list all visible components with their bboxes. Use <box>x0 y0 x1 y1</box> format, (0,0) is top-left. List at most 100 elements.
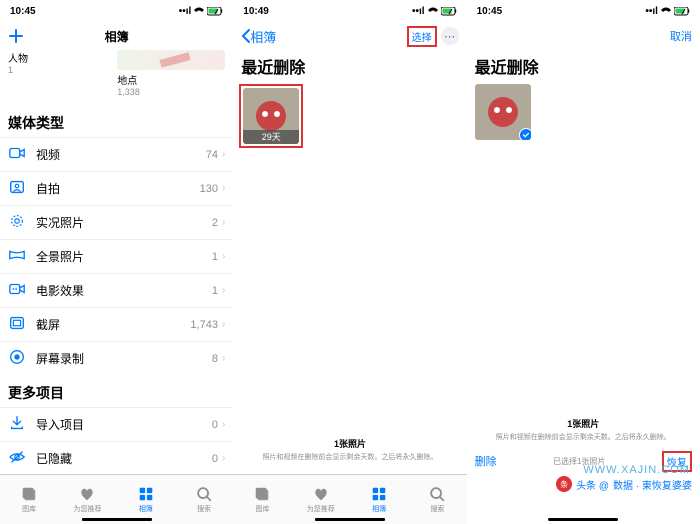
list-item-count: 8 <box>212 353 218 365</box>
chevron-right-icon: › <box>222 251 225 262</box>
status-bar: 10:49 ••ıl <box>233 0 466 22</box>
list-item-label: 电影效果 <box>36 282 212 299</box>
media-types-header: 媒体类型 <box>0 105 233 137</box>
list-item-record[interactable]: 屏幕录制 8 › <box>0 341 233 375</box>
days-remaining-badge: 29天 <box>243 130 299 144</box>
places-cell[interactable]: 地点 1,338 <box>117 50 225 97</box>
list-item-import[interactable]: 导入项目 0 › <box>0 407 233 441</box>
list-item-video[interactable]: 视频 74 › <box>0 137 233 171</box>
tab-bar: 图库 为您推荐 相簿 搜索 <box>233 474 466 524</box>
home-indicator <box>82 518 152 521</box>
delete-button[interactable]: 删除 <box>475 453 497 469</box>
screen-recently-deleted-selecting: 10:45 ••ıl 取消 最近删除 1张照片 照片和视频在删除前会显示剩余天数… <box>467 0 700 524</box>
places-map-thumb <box>117 50 225 70</box>
status-time: 10:45 <box>477 6 503 17</box>
list-item-count: 1 <box>212 251 218 263</box>
tab-foryou[interactable]: 为您推荐 <box>292 475 350 524</box>
list-item-pano[interactable]: 全景照片 1 › <box>0 239 233 273</box>
home-indicator <box>548 518 618 521</box>
list-item-label: 导入项目 <box>36 416 212 433</box>
nav-title: 相簿 <box>0 28 233 45</box>
chevron-left-icon <box>241 29 250 43</box>
cancel-button[interactable]: 取消 <box>670 28 692 44</box>
tab-foryou[interactable]: 为您推荐 <box>58 475 116 524</box>
deletion-note: 照片和视频在删除前会显示剩余天数。之后将永久删除。 <box>467 432 700 442</box>
add-button[interactable] <box>8 28 24 44</box>
chevron-right-icon: › <box>222 217 225 228</box>
selected-check-icon <box>519 128 531 140</box>
people-count: 1 <box>8 65 107 75</box>
people-label: 人物 <box>8 50 107 65</box>
photo-thumbnail[interactable]: 29天 <box>243 88 299 144</box>
tab-label: 为您推荐 <box>307 504 335 514</box>
chevron-right-icon: › <box>222 285 225 296</box>
list-item-label: 实况照片 <box>36 214 212 231</box>
watermark-author: 数据 · 東恢复婆婆 <box>613 477 692 492</box>
list-item-screenshot[interactable]: 截屏 1,743 › <box>0 307 233 341</box>
list-item-live[interactable]: 实况照片 2 › <box>0 205 233 239</box>
tab-library[interactable]: 图库 <box>0 475 58 524</box>
cinema-icon <box>8 280 26 301</box>
live-icon <box>8 212 26 233</box>
tab-search[interactable]: 搜索 <box>408 475 466 524</box>
people-cell[interactable]: 人物 1 <box>8 50 107 97</box>
list-item-selfie[interactable]: 自拍 130 › <box>0 171 233 205</box>
list-item-count: 0 <box>212 419 218 431</box>
chevron-right-icon: › <box>222 149 225 160</box>
chevron-right-icon: › <box>222 319 225 330</box>
tab-albums[interactable]: 相簿 <box>117 475 175 524</box>
home-indicator <box>315 518 385 521</box>
select-button[interactable]: 选择 <box>407 26 437 47</box>
list-item-count: 2 <box>212 217 218 229</box>
back-label: 相簿 <box>250 27 276 46</box>
nav-bar: 相簿 <box>0 22 233 50</box>
screenshot-icon <box>8 314 26 335</box>
selfie-icon <box>8 178 26 199</box>
tab-label: 图库 <box>22 504 36 514</box>
import-icon <box>8 414 26 435</box>
deletion-note: 照片和视频在删除前会显示剩余天数。之后将永久删除。 <box>233 452 466 462</box>
back-button[interactable]: 相簿 <box>241 27 276 46</box>
list-item-label: 自拍 <box>36 180 200 197</box>
watermark-author-prefix: 头条 @ <box>576 477 609 492</box>
tab-label: 搜索 <box>430 504 444 514</box>
nav-bar: 取消 <box>467 22 700 50</box>
status-time: 10:49 <box>243 6 269 17</box>
record-icon <box>8 348 26 369</box>
chevron-right-icon: › <box>222 419 225 430</box>
status-bar: 10:45 ••ıl <box>0 0 233 22</box>
tab-label: 搜索 <box>197 504 211 514</box>
list-item-count: 74 <box>206 149 218 161</box>
list-item-count: 0 <box>212 453 218 465</box>
screen-recently-deleted: 10:49 ••ıl 相簿 选择 ⋯ 最近删除 29天 <box>233 0 466 524</box>
places-count: 1,338 <box>117 87 225 97</box>
chevron-right-icon: › <box>222 353 225 364</box>
chevron-right-icon: › <box>222 453 225 464</box>
tab-albums[interactable]: 相簿 <box>350 475 408 524</box>
more-button[interactable]: ⋯ <box>441 27 459 45</box>
watermark: 条 头条 @ 数据 · 東恢复婆婆 <box>556 476 692 492</box>
list-item-label: 屏幕录制 <box>36 350 212 367</box>
overlay-site-text: WWW.XAJIN.COM <box>583 464 690 476</box>
photo-thumbnail-selected[interactable] <box>475 84 531 140</box>
nav-bar: 相簿 选择 ⋯ <box>233 22 466 50</box>
list-item-cinema[interactable]: 电影效果 1 › <box>0 273 233 307</box>
places-label: 地点 <box>117 72 225 87</box>
hidden-icon <box>8 448 26 469</box>
tab-library[interactable]: 图库 <box>233 475 291 524</box>
tab-bar: 图库 为您推荐 相簿 搜索 <box>0 474 233 524</box>
status-indicators: ••ıl <box>412 6 457 17</box>
list-item-count: 1 <box>212 285 218 297</box>
highlighted-photo: 29天 <box>239 84 303 148</box>
album-footer-info: 1张照片 照片和视频在删除前会显示剩余天数。之后将永久删除。 <box>467 417 700 442</box>
list-item-hidden[interactable]: 已隐藏 0 › <box>0 441 233 475</box>
pano-icon <box>8 246 26 267</box>
list-item-label: 截屏 <box>36 316 190 333</box>
list-item-label: 已隐藏 <box>36 450 212 467</box>
video-icon <box>8 144 26 165</box>
tab-label: 相簿 <box>139 504 153 514</box>
tab-label: 图库 <box>255 504 269 514</box>
tab-search[interactable]: 搜索 <box>175 475 233 524</box>
photo-count: 1张照片 <box>467 417 700 430</box>
chevron-right-icon: › <box>222 183 225 194</box>
